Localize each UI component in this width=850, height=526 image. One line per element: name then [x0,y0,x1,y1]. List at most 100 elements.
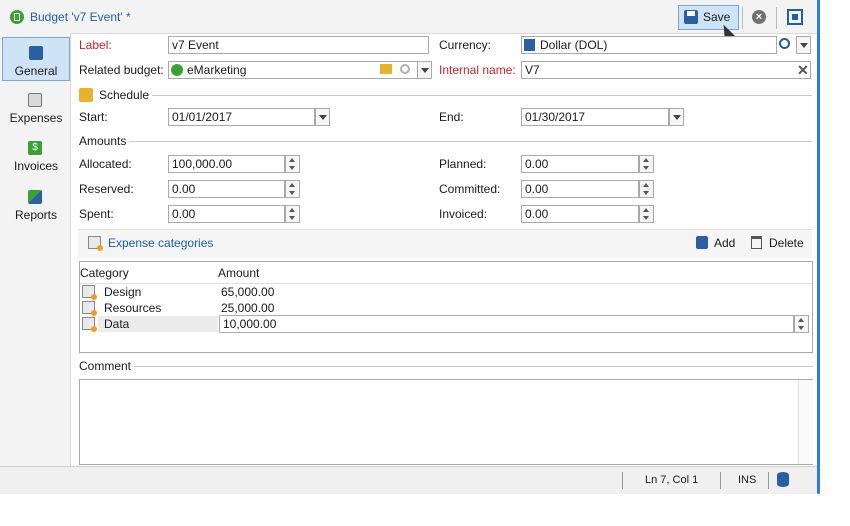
committed-input[interactable]: 0.00 [521,180,639,198]
table-row[interactable]: Data 10,000.00 [80,315,812,333]
comment-divider [134,366,813,367]
sidebar-item-label: Expenses [9,111,63,125]
related-budget-dropdown-button[interactable] [417,61,432,79]
chart-icon [28,190,42,204]
add-icon[interactable] [696,236,708,249]
amounts-divider [129,141,812,142]
currency-dropdown-button[interactable] [796,36,811,54]
sidebar: General Expenses $ Invoices Reports [0,33,71,466]
invoiced-field-label: Invoiced: [439,207,488,221]
invoiced-input[interactable]: 0.00 [521,205,639,223]
reserved-spinner[interactable] [285,180,300,198]
amount-edit-input[interactable]: 10,000.00 [219,315,794,333]
reserved-field-label: Reserved: [79,182,134,196]
comment-section-title: Comment [79,359,132,373]
start-field-label: Start: [79,110,108,124]
status-separator [622,472,623,489]
end-date-dropdown-button[interactable] [669,108,684,126]
window-title: Budget 'v7 Event' * [30,10,131,24]
column-header-category[interactable]: Category [80,266,129,280]
sidebar-item-reports[interactable]: Reports [2,182,70,226]
amount-cell: 25,000.00 [221,301,275,315]
close-icon[interactable]: × [752,10,766,24]
cursor-position: Ln 7, Col 1 [645,474,699,486]
spent-spinner[interactable] [285,205,300,223]
related-budget-value: eMarketing [187,63,247,77]
internal-name-field-label: Internal name: [439,63,516,77]
allocated-field-label: Allocated: [79,157,132,171]
general-panel: Label: v7 Event Currency: Dollar (DOL) R… [72,33,817,466]
sidebar-item-expenses[interactable]: Expenses [2,85,70,129]
committed-field-label: Committed: [439,182,501,196]
table-row[interactable]: Resources 25,000.00 [80,300,812,316]
start-date-input[interactable]: 01/01/2017 [168,108,315,126]
internal-name-input[interactable]: V7 [521,61,811,79]
expense-categories-title[interactable]: Expense categories [108,236,213,250]
amount-edit-spinner[interactable] [794,315,809,333]
currency-value: Dollar (DOL) [540,38,608,52]
currency-field-label: Currency: [439,38,492,52]
status-bar: Ln 7, Col 1 INS [0,466,817,494]
expense-category-icon [82,301,97,316]
expenses-icon [28,93,42,107]
clipboard-icon [29,46,43,60]
sidebar-item-label: Reports [14,208,58,222]
allocated-spinner[interactable] [285,155,300,173]
floppy-icon [684,10,698,24]
expense-categories-list: Category Amount Design 65,000.00 Resourc… [79,261,813,353]
reserved-input[interactable]: 0.00 [168,180,285,198]
currency-list-icon [524,39,535,51]
add-button[interactable]: Add [714,236,735,250]
toolbar-separator [776,7,777,29]
end-field-label: End: [439,110,464,124]
expense-category-icon [88,236,103,251]
planned-spinner[interactable] [639,155,654,173]
planned-field-label: Planned: [439,157,487,171]
sidebar-item-label: Invoices [13,159,59,173]
label-input[interactable]: v7 Event [168,36,429,54]
expense-category-icon [82,285,97,300]
invoiced-spinner[interactable] [639,205,654,223]
label-field-label: Label: [79,38,112,52]
trash-icon[interactable] [751,236,762,249]
spent-field-label: Spent: [79,207,114,221]
category-cell: Resources [104,301,162,315]
currency-input[interactable]: Dollar (DOL) [521,36,777,54]
sidebar-item-general[interactable]: General [2,37,70,81]
comment-scrollbar[interactable] [798,380,813,464]
fit-screen-icon[interactable] [787,9,803,25]
allocated-input[interactable]: 100,000.00 [168,155,285,173]
toolbar-separator [742,7,743,29]
related-budget-field-label: Related budget: [79,63,164,77]
category-cell: Data [104,317,130,331]
category-cell: Design [104,285,142,299]
save-button-label: Save [703,10,731,24]
sidebar-item-invoices[interactable]: $ Invoices [2,133,70,177]
comment-textarea[interactable] [79,379,813,465]
schedule-section-title: Schedule [99,88,150,102]
column-header-amount[interactable]: Amount [218,266,259,280]
status-separator [768,472,769,489]
planned-input[interactable]: 0.00 [521,155,639,173]
invoice-icon: $ [28,141,42,155]
committed-spinner[interactable] [639,180,654,198]
search-icon[interactable] [779,38,790,49]
insert-mode: INS [738,474,757,486]
end-date-input[interactable]: 01/30/2017 [521,108,669,126]
budget-icon [171,64,183,76]
start-date-dropdown-button[interactable] [315,108,330,126]
budget-icon [10,10,24,24]
folder-icon[interactable] [380,64,392,74]
status-separator [720,472,721,489]
schedule-divider [152,95,812,96]
clear-icon[interactable]: ✕ [797,62,809,79]
search-icon[interactable] [400,64,410,74]
sidebar-item-label: General [14,64,58,78]
delete-button[interactable]: Delete [769,236,804,250]
database-icon[interactable] [777,472,789,487]
calendar-icon [79,88,93,102]
table-row[interactable]: Design 65,000.00 [80,284,812,300]
spent-input[interactable]: 0.00 [168,205,285,223]
expense-category-icon [82,317,97,332]
amount-cell: 65,000.00 [221,285,275,299]
